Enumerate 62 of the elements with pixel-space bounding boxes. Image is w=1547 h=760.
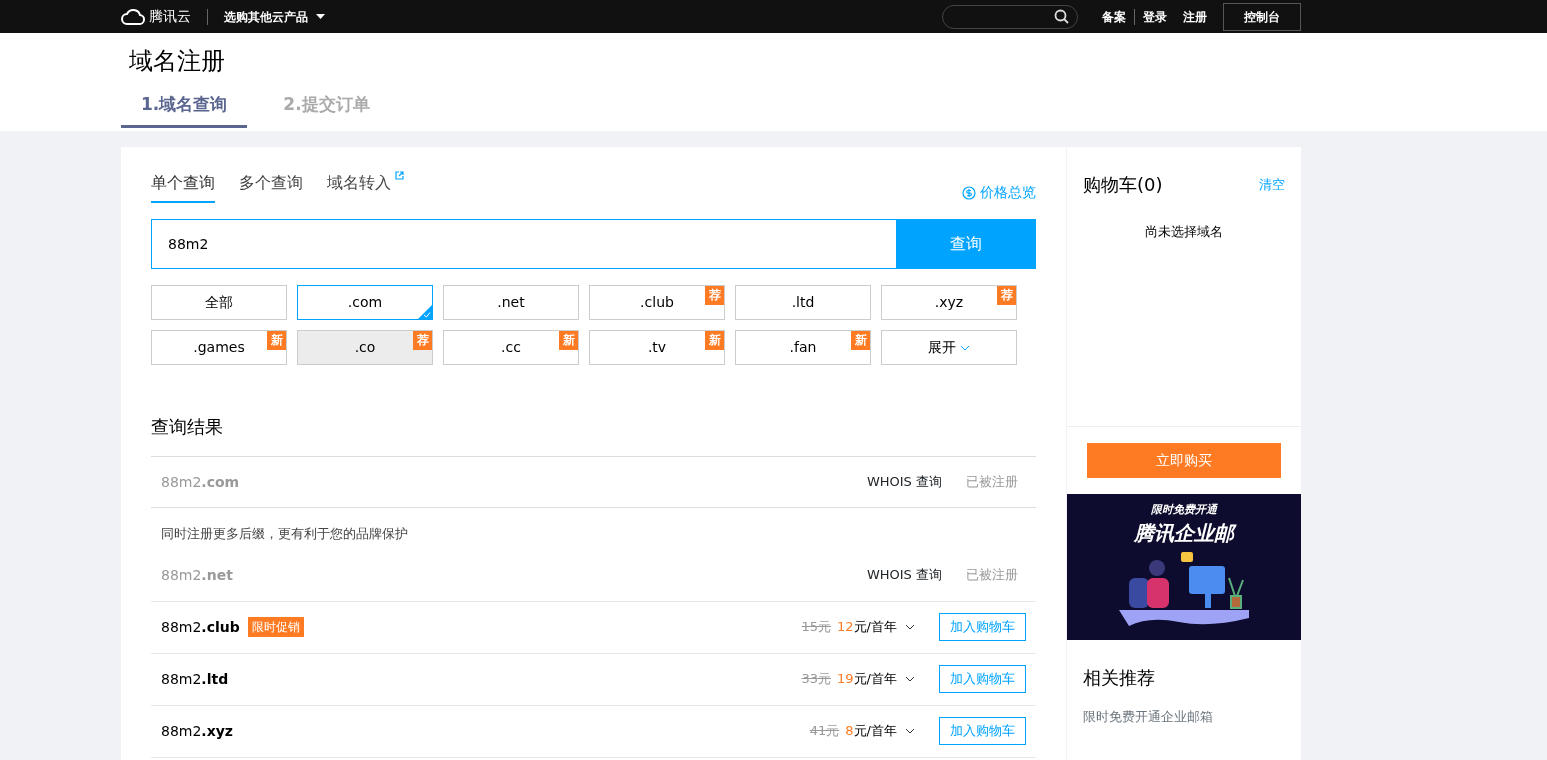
price-selector[interactable]: 33元 19元/首年 (801, 669, 915, 689)
related-title: 相关推荐 (1083, 665, 1156, 690)
caret-icon (316, 14, 325, 19)
console-button[interactable]: 控制台 (1223, 2, 1301, 31)
step-tab[interactable]: 1.域名查询 (121, 83, 248, 129)
suffix-option[interactable]: .club 荐 (589, 285, 725, 320)
domain-input[interactable]: 88m2 (151, 219, 896, 269)
status-text: 已被注册 (966, 566, 1018, 585)
page-title: 域名注册 (128, 46, 226, 76)
banner-subtitle: 限时免费开通 (1151, 501, 1217, 518)
query-tab[interactable]: 单个查询 (151, 171, 215, 203)
whois-link[interactable]: WHOIS 查询 (866, 565, 942, 585)
tag-badge: 新 (559, 331, 578, 350)
chevron-down-icon (905, 624, 915, 630)
domain-name: 88m2.xyz (161, 721, 233, 741)
suffix-option[interactable]: .ltd (735, 285, 871, 320)
status-text: 已被注册 (966, 473, 1018, 492)
empty-cart-text: 尚未选择域名 (1144, 223, 1224, 241)
cart-title: 购物车(0) (1083, 173, 1163, 197)
hint-text: 同时注册更多后缀，更有利于您的品牌保护 (160, 525, 409, 543)
product-menu[interactable]: 选购其他云产品 (224, 7, 325, 26)
nav-link[interactable]: 备案 (1102, 7, 1126, 26)
suffix-option[interactable]: 全部 (151, 285, 287, 320)
nav-link[interactable]: 注册 (1183, 7, 1207, 26)
suffix-option[interactable]: .net (443, 285, 579, 320)
tag-badge: 荐 (705, 286, 724, 305)
related-link[interactable]: 限时免费开通企业邮箱 (1083, 706, 1285, 726)
domain-name: 88m2.club (161, 617, 240, 637)
suffix-option[interactable]: .fan 新 (735, 330, 871, 365)
promo-banner[interactable]: 限时免费开通 腾讯企业邮 (1067, 493, 1301, 640)
domain-name: 88m2.com (161, 472, 240, 492)
suffix-option[interactable]: .cc 新 (443, 330, 579, 365)
dollar-circle-icon (962, 185, 976, 200)
price-selector[interactable]: 15元 12元/首年 (801, 617, 915, 637)
cloud-logo-icon (121, 8, 145, 25)
search-field[interactable] (942, 4, 1078, 29)
tag-badge: 新 (705, 331, 724, 350)
tag-badge: 新 (267, 331, 286, 350)
search-icon[interactable] (1054, 9, 1069, 24)
expand-button[interactable]: 展开 (881, 330, 1017, 365)
query-tab[interactable]: 域名转入 (327, 171, 404, 203)
chevron-down-icon (960, 344, 970, 351)
tag-badge: 荐 (413, 331, 432, 350)
suffix-option[interactable]: .tv 新 (589, 330, 725, 365)
results-heading: 查询结果 (151, 415, 224, 439)
suffix-option[interactable]: .com (297, 285, 433, 320)
tag-badge: 新 (851, 331, 870, 350)
chevron-down-icon (905, 728, 915, 734)
tag-badge: 荐 (997, 286, 1016, 305)
check-corner-icon (418, 305, 432, 319)
chevron-down-icon (905, 676, 915, 682)
suffix-option[interactable]: .co 荐 (297, 330, 433, 365)
domain-name: 88m2.ltd (161, 669, 229, 689)
whois-link[interactable]: WHOIS 查询 (866, 472, 942, 492)
price-selector[interactable]: 41元 8元/首年 (809, 721, 915, 741)
query-tab[interactable]: 多个查询 (239, 171, 303, 203)
promo-badge: 限时促销 (247, 617, 304, 637)
nav-link[interactable]: 登录 (1143, 7, 1167, 26)
logo-text[interactable]: 腾讯云 (149, 6, 191, 27)
domain-name: 88m2.net (161, 565, 233, 585)
suffix-option[interactable]: .xyz 荐 (881, 285, 1017, 320)
suffix-option[interactable]: .games 新 (151, 330, 287, 365)
